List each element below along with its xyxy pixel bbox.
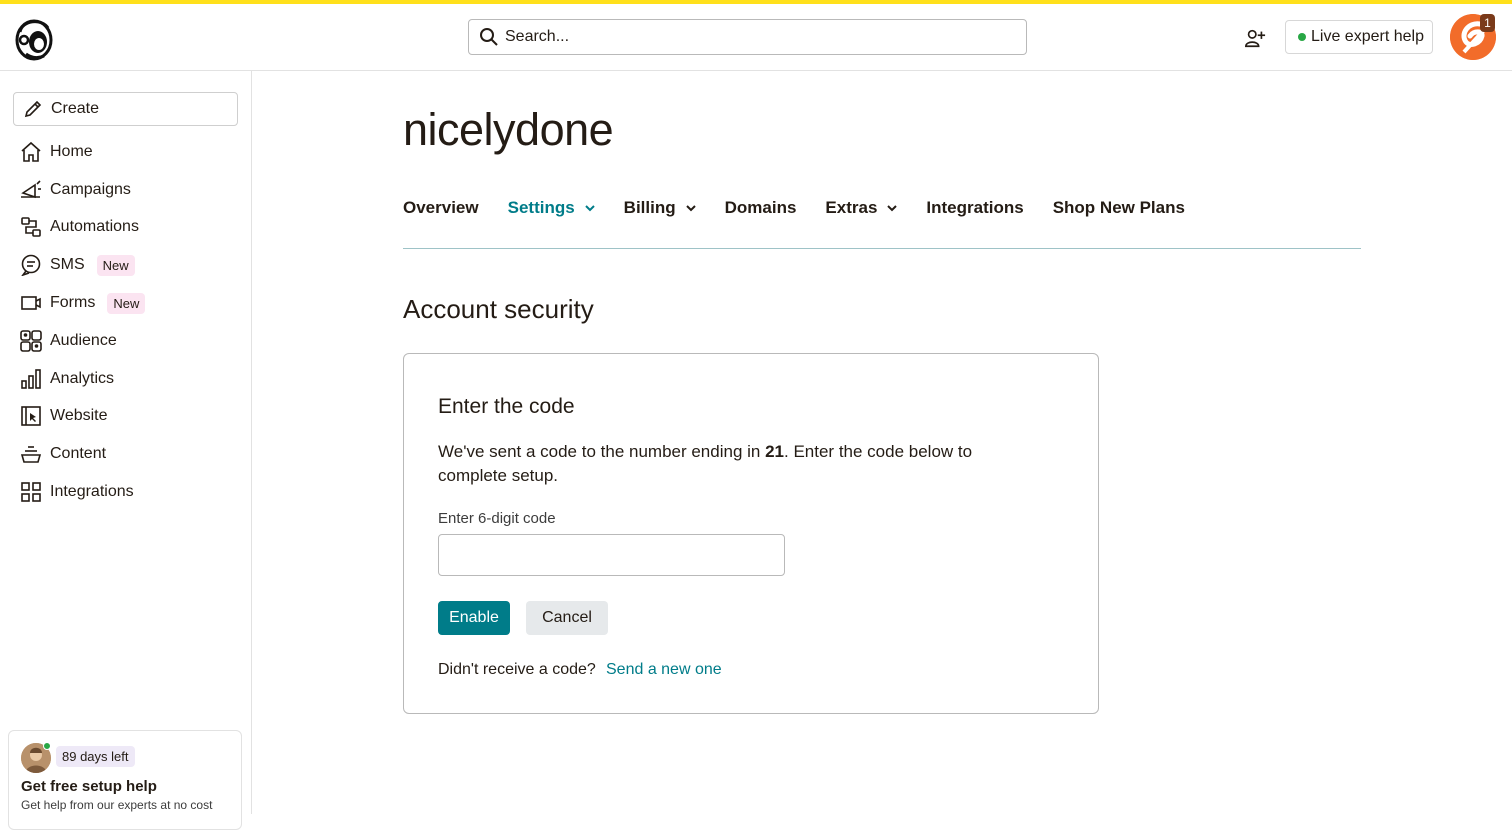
sidebar-item-audience[interactable]: Audience (20, 322, 240, 360)
top-bar: Live expert help 1 (0, 4, 1512, 71)
sidebar-item-label: Analytics (50, 369, 115, 387)
new-badge: New (96, 254, 135, 276)
description-prefix: We've sent a code to the number ending i… (438, 442, 766, 461)
expert-online-dot (43, 742, 51, 750)
sidebar-item-website[interactable]: Website (20, 398, 240, 436)
page-title: nicelydone (403, 104, 614, 155)
tab-label: Shop New Plans (1052, 198, 1185, 217)
tab-label: Integrations (926, 198, 1024, 217)
sidebar-nav: Home Campaigns Automations SMS New Forms… (20, 133, 240, 511)
sidebar-item-home[interactable]: Home (20, 133, 240, 171)
chevron-down-icon (584, 205, 595, 212)
new-badge: New (107, 292, 146, 314)
tab-shop-new-plans[interactable]: Shop New Plans (1053, 197, 1185, 219)
chevron-down-icon (685, 205, 696, 212)
sidebar-item-label: Audience (50, 331, 117, 349)
automation-icon (21, 217, 41, 238)
sidebar-item-integrations[interactable]: Integrations (20, 473, 240, 511)
help-card-title: Get free setup help (21, 778, 157, 795)
search-input[interactable] (505, 28, 985, 46)
sidebar-item-label: Campaigns (50, 180, 131, 198)
home-icon (21, 141, 41, 162)
live-expert-help-button[interactable]: Live expert help (1285, 20, 1433, 54)
code-input[interactable] (438, 534, 785, 576)
sidebar-item-label: Content (50, 445, 107, 463)
enable-button[interactable]: Enable (438, 601, 510, 635)
tab-label: Extras (825, 198, 878, 217)
card-title: Enter the code (438, 395, 575, 418)
invite-users-button[interactable] (1242, 25, 1268, 51)
setup-help-card[interactable]: 89 days left Get free setup help Get hel… (8, 730, 242, 830)
sidebar: Create Home Campaigns Automations SMS Ne… (0, 71, 252, 830)
mailchimp-logo-icon[interactable] (12, 14, 56, 62)
pencil-icon (24, 100, 42, 118)
sms-icon (21, 254, 41, 277)
analytics-icon (21, 368, 41, 389)
tab-label: Billing (623, 198, 676, 217)
live-help-label: Live expert help (1311, 28, 1424, 45)
sidebar-item-label: Automations (50, 218, 139, 236)
integrations-icon (21, 482, 41, 502)
online-status-dot (1298, 33, 1306, 41)
sidebar-item-sms[interactable]: SMS New (20, 246, 240, 284)
sidebar-item-analytics[interactable]: Analytics (20, 360, 240, 398)
megaphone-icon (21, 180, 41, 198)
sidebar-item-campaigns[interactable]: Campaigns (20, 171, 240, 209)
phone-suffix: 21 (765, 442, 785, 461)
code-field-label: Enter 6-digit code (438, 510, 556, 527)
sidebar-item-automations[interactable]: Automations (20, 209, 240, 247)
notification-badge: 1 (1480, 14, 1495, 32)
send-new-code-link[interactable]: Send a new one (606, 661, 722, 679)
tab-overview[interactable]: Overview (403, 197, 479, 219)
sidebar-item-content[interactable]: Content (20, 435, 240, 473)
resend-question: Didn't receive a code? (438, 661, 596, 678)
search-icon (480, 28, 498, 46)
tab-billing[interactable]: Billing (624, 197, 696, 219)
verification-card: Enter the code We've sent a code to the … (403, 353, 1099, 714)
trial-days-left-badge: 89 days left (56, 746, 135, 767)
sidebar-item-label: Integrations (50, 483, 134, 501)
tab-label: Domains (724, 198, 797, 217)
audience-icon (20, 330, 42, 352)
section-title: Account security (403, 294, 594, 324)
tab-label: Overview (403, 198, 479, 217)
tab-extras[interactable]: Extras (825, 197, 898, 219)
cancel-button[interactable]: Cancel (526, 601, 608, 635)
chevron-down-icon (887, 205, 898, 212)
create-label: Create (51, 100, 100, 117)
card-description: We've sent a code to the number ending i… (438, 440, 1038, 488)
user-add-icon (1245, 29, 1266, 48)
form-icon (21, 296, 41, 310)
sidebar-item-label: Website (50, 407, 108, 425)
website-icon (21, 406, 41, 427)
create-button[interactable]: Create (13, 92, 238, 126)
tab-settings[interactable]: Settings (508, 197, 595, 219)
tab-domains[interactable]: Domains (725, 197, 797, 219)
sidebar-item-forms[interactable]: Forms New (20, 284, 240, 322)
search-bar[interactable] (468, 19, 1027, 55)
tab-integrations[interactable]: Integrations (926, 197, 1023, 219)
content-icon (20, 446, 42, 464)
sidebar-item-label: Forms (50, 294, 96, 312)
account-tabs: Overview Settings Billing Domains Extras… (403, 197, 1361, 249)
sidebar-item-label: Home (50, 142, 93, 160)
sidebar-item-label: SMS (50, 256, 85, 274)
tab-label: Settings (507, 198, 575, 217)
help-card-subtitle: Get help from our experts at no cost (21, 798, 213, 812)
